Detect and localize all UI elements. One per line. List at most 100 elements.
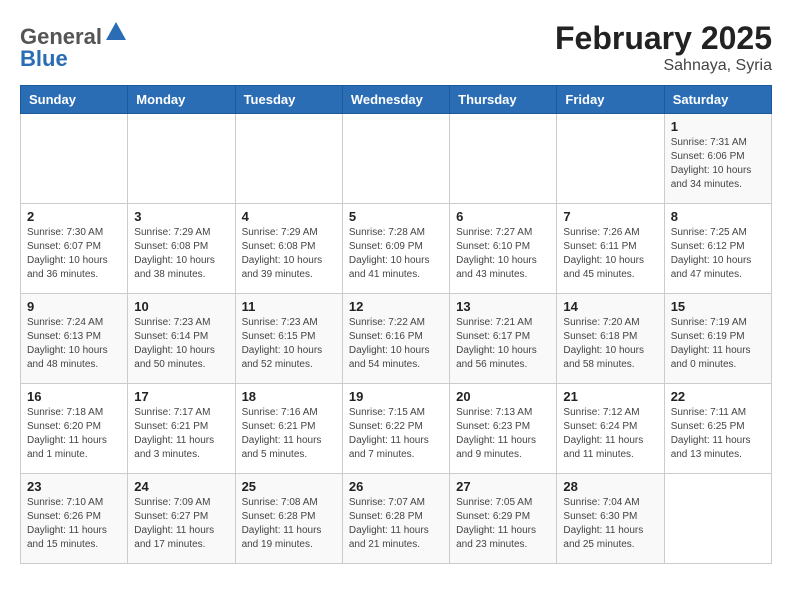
- day-info: Sunrise: 7:23 AM Sunset: 6:14 PM Dayligh…: [134, 316, 228, 372]
- calendar-cell: [557, 114, 664, 204]
- day-number: 17: [134, 389, 228, 404]
- calendar-cell: 14 Sunrise: 7:20 AM Sunset: 6:18 PM Dayli…: [557, 294, 664, 384]
- day-number: 15: [671, 299, 765, 314]
- calendar-cell: 3 Sunrise: 7:29 AM Sunset: 6:08 PM Daylig…: [128, 204, 235, 294]
- day-info: Sunrise: 7:20 AM Sunset: 6:18 PM Dayligh…: [563, 316, 657, 372]
- calendar-cell: 12 Sunrise: 7:22 AM Sunset: 6:16 PM Dayli…: [342, 294, 449, 384]
- calendar-week-3: 9 Sunrise: 7:24 AM Sunset: 6:13 PM Daylig…: [21, 294, 772, 384]
- calendar-cell: 28Sunrise: 7:04 AM Sunset: 6:30 PM Dayli…: [557, 474, 664, 564]
- calendar-cell: 6 Sunrise: 7:27 AM Sunset: 6:10 PM Daylig…: [450, 204, 557, 294]
- day-number: 9: [27, 299, 121, 314]
- calendar-cell: 27Sunrise: 7:05 AM Sunset: 6:29 PM Dayli…: [450, 474, 557, 564]
- calendar-cell: 23 Sunrise: 7:10 AM Sunset: 6:26 PM Dayli…: [21, 474, 128, 564]
- day-info: Sunrise: 7:29 AM Sunset: 6:08 PM Dayligh…: [242, 226, 336, 282]
- day-info: Sunrise: 7:30 AM Sunset: 6:07 PM Dayligh…: [27, 226, 121, 282]
- day-number: 13: [456, 299, 550, 314]
- day-info: Sunrise: 7:24 AM Sunset: 6:13 PM Dayligh…: [27, 316, 121, 372]
- day-info: Sunrise: 7:19 AM Sunset: 6:19 PM Dayligh…: [671, 316, 765, 372]
- day-info: Sunrise: 7:28 AM Sunset: 6:09 PM Dayligh…: [349, 226, 443, 282]
- day-info: Sunrise: 7:21 AM Sunset: 6:17 PM Dayligh…: [456, 316, 550, 372]
- calendar-cell: 15 Sunrise: 7:19 AM Sunset: 6:19 PM Dayli…: [664, 294, 771, 384]
- calendar-cell: 25Sunrise: 7:08 AM Sunset: 6:28 PM Dayli…: [235, 474, 342, 564]
- weekday-monday: Monday: [128, 86, 235, 114]
- logo-icon: [104, 20, 128, 44]
- weekday-wednesday: Wednesday: [342, 86, 449, 114]
- calendar-week-4: 16Sunrise: 7:18 AM Sunset: 6:20 PM Dayli…: [21, 384, 772, 474]
- day-info: Sunrise: 7:29 AM Sunset: 6:08 PM Dayligh…: [134, 226, 228, 282]
- calendar-cell: 4 Sunrise: 7:29 AM Sunset: 6:08 PM Daylig…: [235, 204, 342, 294]
- day-number: 5: [349, 209, 443, 224]
- calendar-cell: [128, 114, 235, 204]
- calendar-cell: 18 Sunrise: 7:16 AM Sunset: 6:21 PM Dayli…: [235, 384, 342, 474]
- day-number: 22: [671, 389, 765, 404]
- calendar-table: SundayMondayTuesdayWednesdayThursdayFrid…: [20, 85, 772, 564]
- calendar-cell: 24 Sunrise: 7:09 AM Sunset: 6:27 PM Dayli…: [128, 474, 235, 564]
- day-info: Sunrise: 7:31 AM Sunset: 6:06 PM Dayligh…: [671, 136, 765, 192]
- weekday-saturday: Saturday: [664, 86, 771, 114]
- day-info: Sunrise: 7:09 AM Sunset: 6:27 PM Dayligh…: [134, 496, 228, 552]
- calendar-cell: 20 Sunrise: 7:13 AM Sunset: 6:23 PM Dayli…: [450, 384, 557, 474]
- day-number: 1: [671, 119, 765, 134]
- day-number: 6: [456, 209, 550, 224]
- calendar-cell: 13 Sunrise: 7:21 AM Sunset: 6:17 PM Dayli…: [450, 294, 557, 384]
- calendar-week-1: 1 Sunrise: 7:31 AM Sunset: 6:06 PM Daylig…: [21, 114, 772, 204]
- weekday-friday: Friday: [557, 86, 664, 114]
- calendar-cell: 19 Sunrise: 7:15 AM Sunset: 6:22 PM Dayli…: [342, 384, 449, 474]
- calendar-cell: 2 Sunrise: 7:30 AM Sunset: 6:07 PM Daylig…: [21, 204, 128, 294]
- day-number: 7: [563, 209, 657, 224]
- day-info: Sunrise: 7:11 AM Sunset: 6:25 PM Dayligh…: [671, 406, 765, 462]
- day-info: Sunrise: 7:27 AM Sunset: 6:10 PM Dayligh…: [456, 226, 550, 282]
- weekday-tuesday: Tuesday: [235, 86, 342, 114]
- calendar-cell: 21 Sunrise: 7:12 AM Sunset: 6:24 PM Dayli…: [557, 384, 664, 474]
- day-number: 19: [349, 389, 443, 404]
- calendar-cell: [21, 114, 128, 204]
- day-info: Sunrise: 7:10 AM Sunset: 6:26 PM Dayligh…: [27, 496, 121, 552]
- day-number: 4: [242, 209, 336, 224]
- weekday-header-row: SundayMondayTuesdayWednesdayThursdayFrid…: [21, 86, 772, 114]
- day-number: 14: [563, 299, 657, 314]
- day-info: Sunrise: 7:22 AM Sunset: 6:16 PM Dayligh…: [349, 316, 443, 372]
- day-info: Sunrise: 7:17 AM Sunset: 6:21 PM Dayligh…: [134, 406, 228, 462]
- day-number: 27: [456, 479, 550, 494]
- day-info: Sunrise: 7:23 AM Sunset: 6:15 PM Dayligh…: [242, 316, 336, 372]
- day-number: 3: [134, 209, 228, 224]
- day-info: Sunrise: 7:26 AM Sunset: 6:11 PM Dayligh…: [563, 226, 657, 282]
- weekday-thursday: Thursday: [450, 86, 557, 114]
- calendar-subtitle: Sahnaya, Syria: [555, 57, 772, 75]
- day-number: 2: [27, 209, 121, 224]
- calendar-cell: 10Sunrise: 7:23 AM Sunset: 6:14 PM Dayli…: [128, 294, 235, 384]
- calendar-week-2: 2 Sunrise: 7:30 AM Sunset: 6:07 PM Daylig…: [21, 204, 772, 294]
- day-number: 24: [134, 479, 228, 494]
- calendar-cell: [342, 114, 449, 204]
- day-number: 21: [563, 389, 657, 404]
- day-number: 18: [242, 389, 336, 404]
- title-block: February 2025 Sahnaya, Syria: [555, 20, 772, 75]
- day-info: Sunrise: 7:25 AM Sunset: 6:12 PM Dayligh…: [671, 226, 765, 282]
- calendar-cell: 8 Sunrise: 7:25 AM Sunset: 6:12 PM Daylig…: [664, 204, 771, 294]
- day-number: 16: [27, 389, 121, 404]
- weekday-sunday: Sunday: [21, 86, 128, 114]
- calendar-cell: 22 Sunrise: 7:11 AM Sunset: 6:25 PM Dayli…: [664, 384, 771, 474]
- day-number: 12: [349, 299, 443, 314]
- calendar-cell: [235, 114, 342, 204]
- calendar-cell: 16Sunrise: 7:18 AM Sunset: 6:20 PM Dayli…: [21, 384, 128, 474]
- day-number: 8: [671, 209, 765, 224]
- day-number: 11: [242, 299, 336, 314]
- calendar-week-5: 23 Sunrise: 7:10 AM Sunset: 6:26 PM Dayli…: [21, 474, 772, 564]
- calendar-cell: 5 Sunrise: 7:28 AM Sunset: 6:09 PM Daylig…: [342, 204, 449, 294]
- day-number: 20: [456, 389, 550, 404]
- day-info: Sunrise: 7:12 AM Sunset: 6:24 PM Dayligh…: [563, 406, 657, 462]
- day-number: 26: [349, 479, 443, 494]
- calendar-cell: 1 Sunrise: 7:31 AM Sunset: 6:06 PM Daylig…: [664, 114, 771, 204]
- calendar-cell: 7 Sunrise: 7:26 AM Sunset: 6:11 PM Daylig…: [557, 204, 664, 294]
- day-info: Sunrise: 7:13 AM Sunset: 6:23 PM Dayligh…: [456, 406, 550, 462]
- day-info: Sunrise: 7:07 AM Sunset: 6:28 PM Dayligh…: [349, 496, 443, 552]
- day-number: 23: [27, 479, 121, 494]
- day-number: 25: [242, 479, 336, 494]
- day-info: Sunrise: 7:16 AM Sunset: 6:21 PM Dayligh…: [242, 406, 336, 462]
- calendar-cell: 26 Sunrise: 7:07 AM Sunset: 6:28 PM Dayli…: [342, 474, 449, 564]
- day-info: Sunrise: 7:15 AM Sunset: 6:22 PM Dayligh…: [349, 406, 443, 462]
- day-info: Sunrise: 7:04 AM Sunset: 6:30 PM Dayligh…: [563, 496, 657, 552]
- logo: General Blue: [20, 20, 128, 71]
- calendar-body: 1 Sunrise: 7:31 AM Sunset: 6:06 PM Daylig…: [21, 114, 772, 564]
